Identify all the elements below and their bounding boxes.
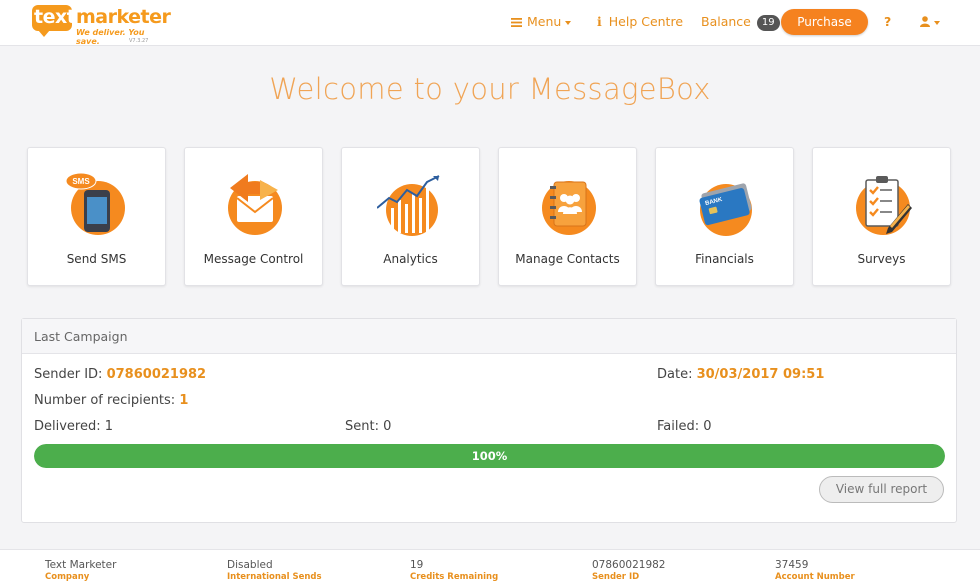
- tile-label: Manage Contacts: [515, 252, 620, 266]
- help-label: Help Centre: [608, 14, 684, 29]
- balance-display[interactable]: Balance 19: [701, 0, 780, 44]
- footer-label: International Sends: [227, 572, 322, 582]
- view-full-report-button[interactable]: View full report: [819, 476, 944, 503]
- user-icon: [920, 1, 930, 45]
- recipients-row: Number of recipients: 1: [34, 393, 188, 408]
- svg-text:SMS: SMS: [72, 177, 90, 186]
- progress-fill: 100%: [34, 444, 945, 468]
- recipients-label: Number of recipients:: [34, 393, 176, 408]
- tile-label: Surveys: [857, 252, 906, 266]
- footer-value: Disabled: [227, 559, 273, 571]
- footer-value: Text Marketer: [45, 559, 117, 571]
- caret-down-icon: [934, 20, 940, 25]
- bank-card-icon: BANK: [691, 168, 761, 238]
- page-title: Welcome to your MessageBox: [269, 72, 711, 106]
- failed-value: 0: [703, 419, 712, 434]
- analytics-chart-icon: [376, 168, 447, 238]
- user-menu-dropdown[interactable]: [920, 0, 940, 44]
- footer-label: Credits Remaining: [410, 572, 499, 582]
- purchase-button[interactable]: Purchase: [781, 9, 868, 35]
- delivered-stat: Delivered: 1: [34, 419, 113, 434]
- textmarketer-logo[interactable]: text marketer We deliver. You save. V7.3…: [32, 5, 171, 46]
- hamburger-icon: [511, 1, 522, 45]
- info-icon: i: [597, 14, 602, 29]
- help-centre-link[interactable]: i Help Centre: [597, 0, 683, 44]
- footer-international-sends: Disabled International Sends: [227, 559, 322, 582]
- tile-financials[interactable]: BANK Financials: [655, 147, 794, 286]
- last-campaign-panel: Last Campaign Sender ID: 07860021982 Dat…: [21, 318, 957, 523]
- panel-heading: Last Campaign: [22, 319, 956, 354]
- footer-account-number: 37459 Account Number: [775, 559, 855, 582]
- tile-surveys[interactable]: Surveys: [812, 147, 951, 286]
- tile-analytics[interactable]: Analytics: [341, 147, 480, 286]
- clipboard-check-icon: [848, 168, 918, 238]
- menu-dropdown[interactable]: Menu: [511, 0, 572, 45]
- failed-label: Failed:: [657, 419, 700, 434]
- help-question-button[interactable]: ?: [884, 0, 891, 44]
- footer-credits-remaining: 19 Credits Remaining: [410, 559, 498, 582]
- logo-word-marketer: marketer: [76, 6, 171, 28]
- footer-label: Sender ID: [592, 572, 640, 582]
- app-version: V7.3.27: [129, 38, 149, 44]
- delivered-value: 1: [104, 419, 114, 434]
- tile-message-control[interactable]: Message Control: [184, 147, 323, 286]
- footer-value: 37459: [775, 559, 809, 571]
- caret-down-icon: [565, 20, 572, 25]
- delivery-progress-bar: 100%: [34, 444, 945, 468]
- sender-id-label: Sender ID:: [34, 367, 103, 382]
- logo-word-text: text: [34, 6, 76, 28]
- tile-label: Message Control: [203, 252, 304, 266]
- sender-id-value: 07860021982: [106, 367, 207, 382]
- footer-company: Text Marketer Company: [45, 559, 116, 582]
- date-value: 30/03/2017 09:51: [696, 367, 825, 382]
- delivered-label: Delivered:: [34, 419, 101, 434]
- recipients-value: 1: [179, 393, 189, 408]
- menu-label: Menu: [527, 14, 562, 29]
- envelope-arrow-icon: [220, 168, 290, 238]
- footer-value: 19: [410, 559, 424, 571]
- tile-manage-contacts[interactable]: Manage Contacts: [498, 147, 637, 286]
- tile-label: Send SMS: [66, 252, 127, 266]
- date-label: Date:: [657, 367, 693, 382]
- tile-label: Financials: [695, 252, 754, 266]
- date-row: Date: 30/03/2017 09:51: [657, 367, 824, 382]
- failed-stat: Failed: 0: [657, 419, 712, 434]
- balance-badge: 19: [756, 15, 780, 31]
- footer-value: 07860021982: [592, 559, 666, 571]
- footer-sender-id: 07860021982 Sender ID: [592, 559, 666, 582]
- tile-label: Analytics: [383, 252, 438, 266]
- sent-label: Sent:: [345, 419, 379, 434]
- sender-id-row: Sender ID: 07860021982: [34, 367, 206, 382]
- balance-label: Balance: [701, 14, 751, 29]
- footer-label: Company: [45, 572, 90, 582]
- sent-value: 0: [383, 419, 392, 434]
- sent-stat: Sent: 0: [345, 419, 391, 434]
- tile-send-sms[interactable]: SMS Send SMS: [27, 147, 166, 286]
- contacts-book-icon: [534, 168, 604, 238]
- top-navbar: text marketer We deliver. You save. V7.3…: [0, 0, 980, 46]
- footer-label: Account Number: [775, 572, 855, 582]
- account-footer: Text Marketer Company Disabled Internati…: [0, 549, 980, 584]
- phone-sms-icon: SMS: [63, 168, 133, 238]
- logo-tagline: We deliver. You save.: [76, 28, 145, 46]
